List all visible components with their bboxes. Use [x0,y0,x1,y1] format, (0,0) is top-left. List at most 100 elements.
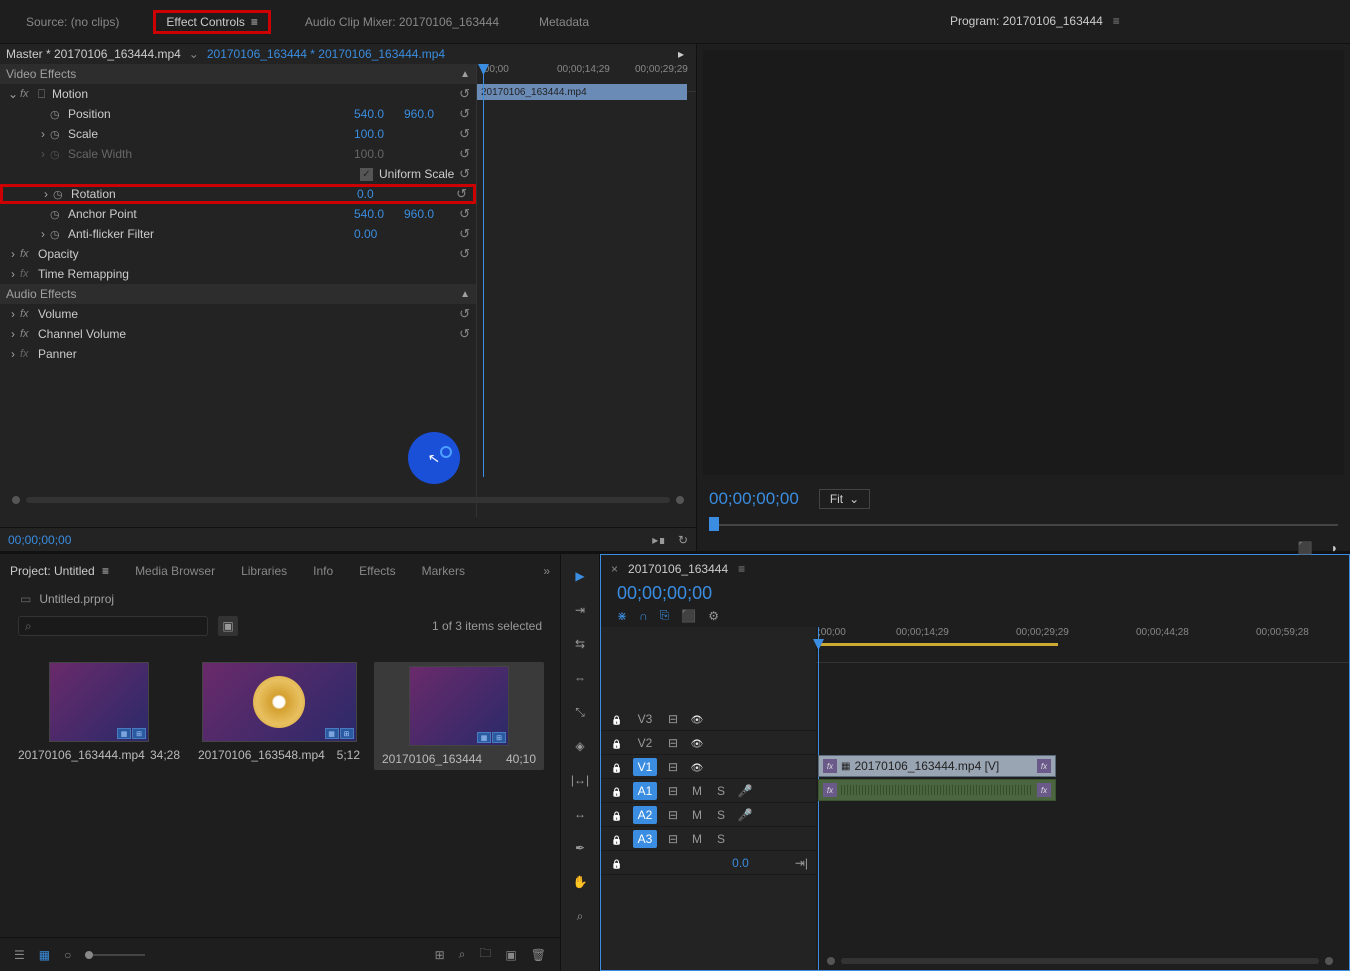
tab-audio-clip-mixer[interactable]: Audio Clip Mixer: 20170106_163444 [299,11,505,33]
tab-program-monitor[interactable]: Program: 20170106_163444 [950,14,1120,28]
tab-effect-controls[interactable]: Effect Controls [153,10,271,34]
menu-icon[interactable] [251,15,258,29]
anchor-y-value[interactable]: 960.0 [404,207,434,221]
solo-button[interactable]: S [713,784,729,798]
effect-controls-timeline[interactable]: ;00;00 00;00;14;29 00;00;29;29 20170106_… [476,64,696,517]
stopwatch-icon[interactable] [50,207,68,221]
master-clip-label[interactable]: Master * 20170106_163444.mp4 [6,47,181,61]
eye-icon[interactable] [689,760,705,774]
timeline-scrollbar[interactable] [841,958,1319,964]
new-item-icon[interactable]: ▣ [505,948,516,962]
zoom-tool-icon[interactable]: ⌕ [568,904,592,928]
search-input[interactable]: ⌕ [18,616,208,636]
find-icon[interactable]: ⌕ [459,947,466,962]
menu-icon[interactable] [738,562,745,576]
track-v1-header[interactable]: V1⊟ [601,755,816,779]
stopwatch-icon[interactable] [50,107,68,121]
bin-thumbnail[interactable]: ▦⊞ [202,662,357,742]
bin-thumbnail[interactable]: ▦⊞ [409,666,509,746]
rate-stretch-tool-icon[interactable]: ⤡ [568,700,592,724]
go-to-end-icon[interactable]: ⇥| [795,856,808,870]
effect-panner[interactable]: › fx Panner [0,344,476,364]
eye-icon[interactable] [689,712,705,726]
twirl-right-icon[interactable]: › [36,227,50,241]
scroll-handle[interactable] [12,496,20,504]
sync-lock-icon[interactable]: ⊟ [665,736,681,750]
mute-button[interactable]: M [689,808,705,822]
scroll-handle[interactable] [676,496,684,504]
program-timecode[interactable]: 00;00;00;00 [709,489,799,509]
linked-selection-icon[interactable]: ⎘ [660,608,670,623]
hand-tool-icon[interactable]: ✋ [568,870,592,894]
video-effects-header[interactable]: Video Effects▲ [0,64,476,84]
reset-icon[interactable] [459,86,470,102]
trash-icon[interactable]: 🗑 [531,948,546,962]
tab-source[interactable]: Source: (no clips) [20,11,125,33]
mute-button[interactable]: M [689,784,705,798]
menu-icon[interactable] [1113,14,1120,28]
track-select-tool-icon[interactable]: ⇥ [568,598,592,622]
sync-lock-icon[interactable]: ⊟ [665,760,681,774]
effect-time-remapping[interactable]: › fx Time Remapping [0,264,476,284]
rolling-edit-tool-icon[interactable]: ⇔ [568,666,592,690]
fx-badge-icon[interactable]: fx [20,88,38,100]
twirl-right-icon[interactable]: › [6,327,20,341]
reset-icon[interactable] [459,146,470,162]
program-monitor-view[interactable] [703,50,1344,475]
freeform-view-icon[interactable]: ○ [64,948,71,962]
slip-tool-icon[interactable]: |↔| [568,768,592,792]
marker-icon[interactable]: ⬛ [681,609,696,623]
audio-effects-header[interactable]: Audio Effects▲ [0,284,476,304]
magnet-icon[interactable]: ∩ [639,609,648,623]
lock-icon[interactable] [609,760,625,774]
ec-clip-bar[interactable]: 20170106_163444.mp4 [477,84,687,100]
sync-lock-icon[interactable]: ⊟ [665,832,681,846]
program-scrubber[interactable] [709,517,1338,535]
reset-icon[interactable] [459,246,470,262]
track-a1-header[interactable]: A1⊟MS🎤 [601,779,816,803]
stopwatch-icon[interactable] [50,227,68,241]
settings-icon[interactable]: ⚙ [708,609,719,623]
selection-tool-icon[interactable]: ▶ [568,564,592,588]
twirl-right-icon[interactable]: › [6,267,20,281]
effect-channel-volume[interactable]: › fx Channel Volume [0,324,476,344]
fx-badge-icon[interactable]: fx [20,328,38,340]
playhead[interactable] [483,64,484,477]
effect-opacity[interactable]: › fx Opacity [0,244,476,264]
position-y-value[interactable]: 960.0 [404,107,434,121]
project-bins[interactable]: ▦⊞20170106_163444.mp434;28▦⊞20170106_163… [0,642,560,937]
stopwatch-icon[interactable] [53,187,71,201]
lock-icon[interactable] [609,784,625,798]
speed-value[interactable]: 0.0 [732,856,749,870]
overflow-icon[interactable]: » [543,564,550,578]
lock-icon[interactable] [609,736,625,750]
timeline-ruler[interactable]: ;00;00 00;00;14;29 00;00;29;29 00;00;44;… [816,627,1349,663]
track-master-header[interactable]: 0.0 ⇥| [601,851,816,875]
pen-tool-icon[interactable]: ✒ [568,836,592,860]
zoom-level-dropdown[interactable]: Fit⌄ [819,489,870,509]
lock-icon[interactable] [609,832,625,846]
sync-lock-icon[interactable]: ⊟ [665,808,681,822]
twirl-right-icon[interactable]: › [39,187,53,201]
track-a2-header[interactable]: A2⊟MS🎤 [601,803,816,827]
rotation-value[interactable]: 0.0 [357,187,374,201]
snap-icon[interactable]: ⋇ [617,609,627,623]
twirl-right-icon[interactable]: › [6,247,20,261]
close-icon[interactable]: × [611,562,618,576]
tab-project[interactable]: Project: Untitled [10,564,109,578]
menu-icon[interactable] [102,564,109,578]
add-marker-icon[interactable]: ⬛ [1298,541,1313,555]
reset-icon[interactable] [456,186,467,202]
effect-volume[interactable]: › fx Volume [0,304,476,324]
solo-button[interactable]: S [713,808,729,822]
bin-thumbnail[interactable]: ▦⊞ [49,662,149,742]
property-anchor-point[interactable]: Anchor Point 540.0 960.0 [0,204,476,224]
ec-timecode[interactable]: 00;00;00;00 [8,533,71,547]
tab-libraries[interactable]: Libraries [241,564,287,578]
mute-button[interactable]: M [689,832,705,846]
playhead-toggle-icon[interactable]: ▸ [678,47,684,61]
solo-button[interactable]: S [713,832,729,846]
reset-icon[interactable] [459,166,470,182]
track-v2-header[interactable]: V2⊟ [601,731,816,755]
twirl-right-icon[interactable]: › [36,127,50,141]
